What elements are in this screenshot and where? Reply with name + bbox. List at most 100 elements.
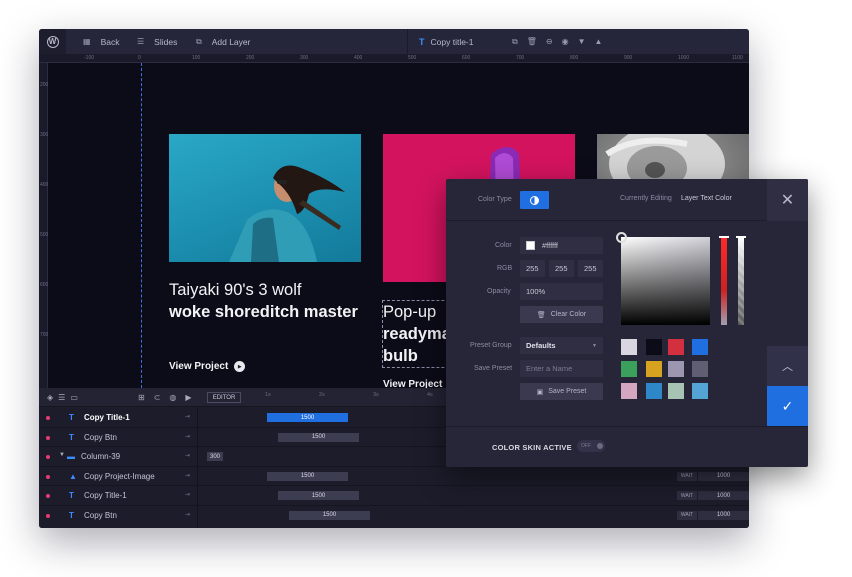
alpha-handle[interactable]: [736, 236, 746, 238]
color-swatch[interactable]: [646, 361, 662, 377]
ruler-tick: 1100: [732, 55, 743, 61]
layer-name[interactable]: Copy Btn: [84, 511, 117, 520]
back-button[interactable]: ▦ Back: [83, 29, 119, 54]
color-hex-field[interactable]: #ffffff: [520, 237, 603, 254]
timeline-bar[interactable]: 1500: [289, 510, 370, 520]
collapse-icon[interactable]: ⇥: [185, 472, 190, 479]
ruler-tick: 500: [408, 55, 417, 61]
editor-button[interactable]: EDITOR: [207, 392, 241, 403]
color-swatch[interactable]: [668, 361, 684, 377]
chevron-down-icon[interactable]: ▼: [578, 37, 586, 46]
picker-cursor[interactable]: [616, 232, 627, 243]
card-title-1[interactable]: Taiyaki 90's 3 wolf woke shoreditch mast…: [169, 279, 369, 323]
timeline-row[interactable]: ▲ Copy Project-Image ⇥ 1500 WAIT 1000: [39, 467, 749, 486]
rgb-g-field[interactable]: 255: [549, 260, 574, 277]
rgb-b-field[interactable]: 255: [578, 260, 603, 277]
text-layer-icon: T: [69, 413, 74, 422]
wait-value[interactable]: 1000: [698, 510, 749, 520]
collapse-icon[interactable]: ⇥: [185, 511, 190, 518]
color-swatch[interactable]: [621, 361, 637, 377]
color-swatch[interactable]: [646, 383, 662, 399]
eye-icon[interactable]: ◉: [562, 37, 569, 46]
color-panel-header: Color Type Currently Editing Layer Text …: [446, 179, 808, 221]
globe-icon[interactable]: ◍: [169, 393, 176, 402]
guide-line[interactable]: [141, 63, 142, 388]
caret-down-icon[interactable]: ▼: [59, 452, 65, 458]
collapse-icon[interactable]: ⇥: [185, 452, 190, 459]
color-swatch[interactable]: [692, 383, 708, 399]
opacity-field[interactable]: 100%: [520, 283, 603, 300]
color-swatch[interactable]: [668, 339, 684, 355]
collapse-button[interactable]: ︿: [767, 346, 808, 386]
lock-icon[interactable]: ⊖: [546, 37, 553, 46]
color-swatch[interactable]: [692, 339, 708, 355]
slides-button[interactable]: ☰ Slides: [137, 29, 177, 54]
color-skin-toggle[interactable]: OFF: [577, 440, 605, 452]
layer-name[interactable]: Copy Title-1: [84, 413, 130, 422]
text-layer-icon: T: [69, 491, 74, 500]
color-skin-label: COLOR SKIN ACTIVE: [492, 443, 572, 452]
saturation-value-picker[interactable]: [621, 237, 710, 325]
color-type-label: Color Type: [478, 196, 512, 203]
color-type-toggle[interactable]: [520, 191, 549, 209]
list-icon[interactable]: ☰: [58, 393, 65, 402]
duplicate-icon[interactable]: ⧉: [512, 37, 518, 47]
hue-slider[interactable]: [721, 237, 727, 325]
ruler-tick: -100: [84, 55, 95, 61]
color-swatch[interactable]: [621, 383, 637, 399]
collapse-icon[interactable]: ⇥: [185, 433, 190, 440]
ruler-tick: 200: [40, 82, 49, 88]
timeline-row[interactable]: T Copy Btn ⇥ 1500 WAIT 1000: [39, 506, 749, 526]
clear-color-button[interactable]: 🗑︎ Clear Color: [520, 306, 603, 323]
timeline-bar[interactable]: 1500: [267, 413, 348, 422]
wait-value[interactable]: 1000: [698, 471, 749, 481]
ruler-tick: 500: [40, 232, 49, 238]
add-layer-button[interactable]: ⧉ Add Layer: [196, 29, 250, 54]
confirm-button[interactable]: ✓: [767, 386, 808, 426]
timeline-left-tools: ◈ ☰ ▭: [47, 388, 78, 407]
layer-name[interactable]: Copy Title-1: [84, 491, 127, 500]
current-layer-selector[interactable]: T Copy title-1: [419, 29, 474, 54]
image-layer-icon: ▲: [69, 471, 77, 481]
layers-stack-icon[interactable]: ◈: [47, 393, 53, 402]
collapse-icon[interactable]: ⇥: [185, 413, 190, 420]
folder-icon[interactable]: ▭: [70, 393, 78, 402]
text-layer-icon: T: [69, 510, 74, 520]
color-swatch[interactable]: [668, 383, 684, 399]
view-project-button-1[interactable]: View Project ▶: [169, 361, 246, 372]
timeline-bar[interactable]: 1500: [278, 491, 359, 500]
contrast-icon: [530, 195, 539, 205]
timeline-bar[interactable]: 300: [207, 452, 223, 461]
wait-value[interactable]: 1000: [698, 491, 749, 500]
hue-handle[interactable]: [719, 236, 729, 238]
layer-actions: ⧉ 🗑︎ ⊖ ◉ ▼ ▲: [512, 29, 602, 54]
rgb-r-field[interactable]: 255: [520, 260, 545, 277]
timeline-row[interactable]: T Copy Title-1 ⇥ 1500 WAIT 1000: [39, 486, 749, 506]
play-icon[interactable]: ▶: [185, 393, 191, 402]
wordpress-button[interactable]: W: [39, 29, 66, 54]
chevron-up-icon[interactable]: ▲: [594, 37, 602, 46]
save-preset-button[interactable]: ▣ Save Preset: [520, 383, 603, 400]
trash-icon[interactable]: 🗑︎: [527, 37, 537, 46]
text-layer-icon: T: [419, 36, 425, 47]
close-button[interactable]: ✕: [767, 179, 808, 221]
color-swatch[interactable]: [646, 339, 662, 355]
layer-name[interactable]: Column-39: [81, 452, 120, 461]
layer-name[interactable]: Copy Btn: [84, 433, 117, 442]
timeline-bar[interactable]: 1500: [267, 471, 348, 481]
collapse-icon[interactable]: ⇥: [185, 491, 190, 498]
layer-name[interactable]: Copy Project-Image: [84, 472, 155, 481]
color-swatch[interactable]: [621, 339, 637, 355]
row-dot: [46, 455, 50, 459]
preset-group-select[interactable]: Defaults ▼: [520, 337, 603, 354]
alpha-slider[interactable]: [738, 237, 744, 325]
preset-name-input[interactable]: Enter a Name: [520, 360, 603, 377]
project-image-woman[interactable]: [169, 134, 361, 262]
ruler-tick: 900: [624, 55, 633, 61]
timeline-bar[interactable]: 1500: [278, 432, 359, 442]
card-title-1-light: Taiyaki 90's 3 wolf: [169, 281, 302, 299]
magnet-icon[interactable]: ⊂: [154, 393, 161, 402]
color-swatch[interactable]: [692, 361, 708, 377]
ruler-tick: 600: [40, 282, 49, 288]
grid-icon[interactable]: ⊞: [138, 393, 145, 402]
